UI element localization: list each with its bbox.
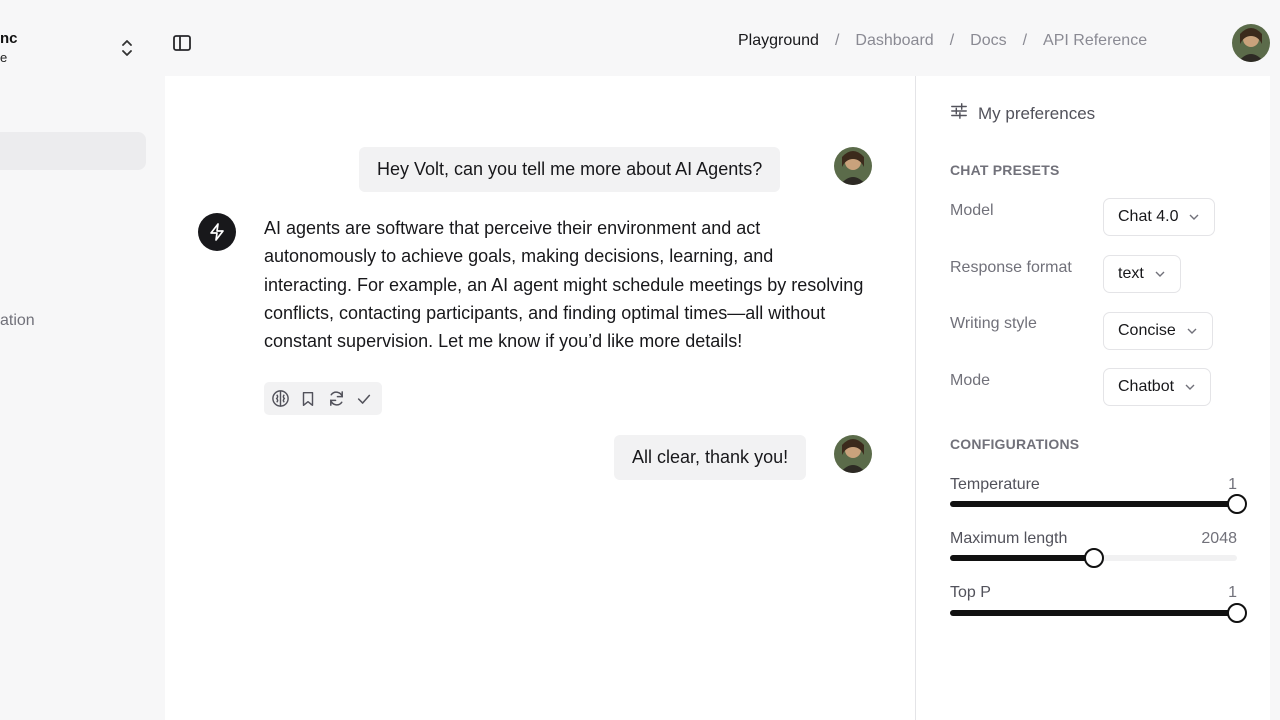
chevron-down-icon: [1187, 328, 1197, 334]
top-p-label: Top P: [950, 584, 991, 601]
chat-area: Hey Volt, can you tell me more about AI …: [165, 76, 915, 720]
breadcrumb-separator: /: [949, 32, 955, 49]
writing-style-label: Writing style: [950, 315, 1037, 332]
top-p-value: 1: [1228, 584, 1237, 601]
model-select[interactable]: Chat 4.0: [1103, 198, 1216, 236]
sidebar-item-label[interactable]: ation: [0, 312, 35, 330]
nav-playground[interactable]: Playground: [738, 32, 819, 50]
model-label: Model: [950, 202, 994, 219]
temperature-slider[interactable]: [950, 494, 1247, 514]
breadcrumb-separator: /: [834, 32, 840, 49]
breadcrumb: Playground / Dashboard / Docs / API Refe…: [738, 32, 1147, 50]
nav-api-reference[interactable]: API Reference: [1043, 32, 1147, 50]
writing-style-select[interactable]: Concise: [1103, 312, 1213, 350]
slider-thumb[interactable]: [1227, 494, 1247, 514]
user-avatar[interactable]: [1232, 24, 1270, 62]
check-icon[interactable]: [354, 389, 374, 409]
user-avatar-small: [834, 147, 872, 185]
bot-lightning-icon: [198, 213, 236, 251]
message-actions: [264, 382, 382, 415]
temperature-label: Temperature: [950, 476, 1040, 493]
chat-presets-heading: CHAT PRESETS: [950, 162, 1060, 178]
refresh-icon[interactable]: [326, 389, 346, 409]
bookmark-icon[interactable]: [298, 389, 318, 409]
mode-select-value: Chatbot: [1118, 378, 1175, 395]
slider-fill: [950, 610, 1237, 616]
top-p-slider[interactable]: [950, 603, 1247, 623]
preferences-panel: My preferences CHAT PRESETS Model Chat 4…: [915, 76, 1270, 720]
sidebar-toggle-icon[interactable]: [171, 32, 193, 54]
writing-style-select-value: Concise: [1118, 322, 1176, 339]
brain-icon[interactable]: [270, 389, 290, 409]
breadcrumb-separator: /: [1022, 32, 1028, 49]
slider-thumb[interactable]: [1083, 548, 1104, 568]
mode-label: Mode: [950, 372, 991, 389]
sidebar: nc e ation: [0, 0, 165, 720]
response-format-label: Response format: [950, 259, 1072, 276]
model-select-value: Chat 4.0: [1118, 208, 1179, 225]
org-name: nc: [0, 30, 18, 47]
user-avatar-small: [834, 435, 872, 473]
preferences-title: My preferences: [950, 102, 1095, 125]
maximum-length-label: Maximum length: [950, 530, 1068, 547]
slider-thumb[interactable]: [1227, 603, 1247, 623]
assistant-message: AI agents are software that perceive the…: [264, 218, 864, 352]
org-switcher-chevrons-icon[interactable]: [118, 37, 136, 59]
nav-docs[interactable]: Docs: [970, 32, 1006, 50]
configurations-heading: CONFIGURATIONS: [950, 436, 1080, 452]
nav-dashboard[interactable]: Dashboard: [855, 32, 933, 50]
chevron-down-icon: [1185, 384, 1195, 390]
preferences-title-text: My preferences: [978, 103, 1096, 123]
mode-select[interactable]: Chatbot: [1103, 368, 1212, 406]
sidebar-item-active[interactable]: [0, 132, 146, 170]
temperature-value: 1: [1228, 476, 1237, 493]
response-format-select-value: text: [1118, 265, 1144, 282]
maximum-length-slider[interactable]: [950, 548, 1237, 568]
chevron-down-icon: [1189, 214, 1199, 220]
org-subtitle: e: [0, 50, 8, 65]
slider-fill: [950, 501, 1237, 507]
slider-fill: [950, 555, 1094, 561]
user-message-bubble: Hey Volt, can you tell me more about AI …: [359, 147, 781, 192]
response-format-select[interactable]: text: [1103, 255, 1181, 293]
user-message-bubble: All clear, thank you!: [614, 435, 807, 480]
maximum-length-value: 2048: [1201, 530, 1237, 547]
sliders-icon: [950, 102, 968, 125]
chevron-down-icon: [1155, 271, 1165, 277]
